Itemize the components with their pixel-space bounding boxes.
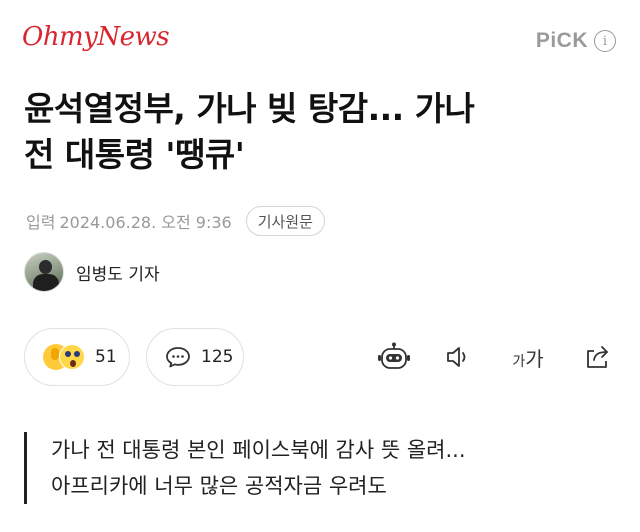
article-meta: 입력 2024.06.28. 오전 9:36 기사원문 (26, 206, 325, 236)
listen-button[interactable] (444, 342, 474, 372)
reporter-info[interactable]: 임병도 기자 (24, 252, 160, 292)
original-article-button[interactable]: 기사원문 (245, 206, 325, 236)
title-line-2: 전 대통령 '땡큐' (24, 135, 245, 174)
summary-line-1: 가나 전 대통령 본인 페이스북에 감사 뜻 올려... (51, 438, 466, 462)
reporter-avatar[interactable] (24, 252, 64, 292)
comment-button[interactable]: 125 (146, 328, 244, 386)
comment-icon (166, 347, 190, 368)
share-icon (587, 346, 608, 368)
info-icon[interactable]: i (594, 30, 616, 52)
action-bar: 51 125 가가 (24, 328, 620, 386)
comment-count: 125 (201, 347, 234, 367)
robot-summary-icon (378, 342, 410, 369)
publish-date: 2024.06.28. 오전 9:36 (59, 213, 232, 232)
ohmynews-logo[interactable]: OhmyNews (22, 22, 170, 52)
font-size-large-label: 가 (525, 346, 544, 371)
font-size-button[interactable]: 가가 (508, 342, 548, 372)
speaker-icon (447, 347, 466, 367)
surprised-emoji-icon (59, 344, 85, 370)
title-line-1: 윤석열정부, 가나 빚 탕감... 가나 (24, 89, 475, 128)
reaction-button[interactable]: 51 (24, 328, 130, 386)
site-header: OhmyNews PiCK i (0, 0, 640, 80)
article-summary: 가나 전 대통령 본인 페이스북에 감사 뜻 올려... 아프리카에 너무 많은… (24, 432, 620, 504)
reporter-name[interactable]: 임병도 기자 (76, 260, 160, 285)
reaction-count: 51 (95, 347, 117, 367)
pick-badge[interactable]: PiCK i (536, 29, 616, 53)
font-size-icon: 가가 (512, 343, 543, 372)
meta-label: 입력 (26, 213, 56, 232)
share-button[interactable] (582, 342, 612, 372)
font-size-small-label: 가 (512, 353, 526, 370)
pick-label: PiCK (535, 29, 588, 52)
summary-bot-button[interactable] (376, 342, 412, 372)
article-title: 윤석열정부, 가나 빚 탕감... 가나 전 대통령 '땡큐' (24, 86, 620, 178)
summary-line-2: 아프리카에 너무 많은 공적자금 우려도 (51, 474, 387, 498)
